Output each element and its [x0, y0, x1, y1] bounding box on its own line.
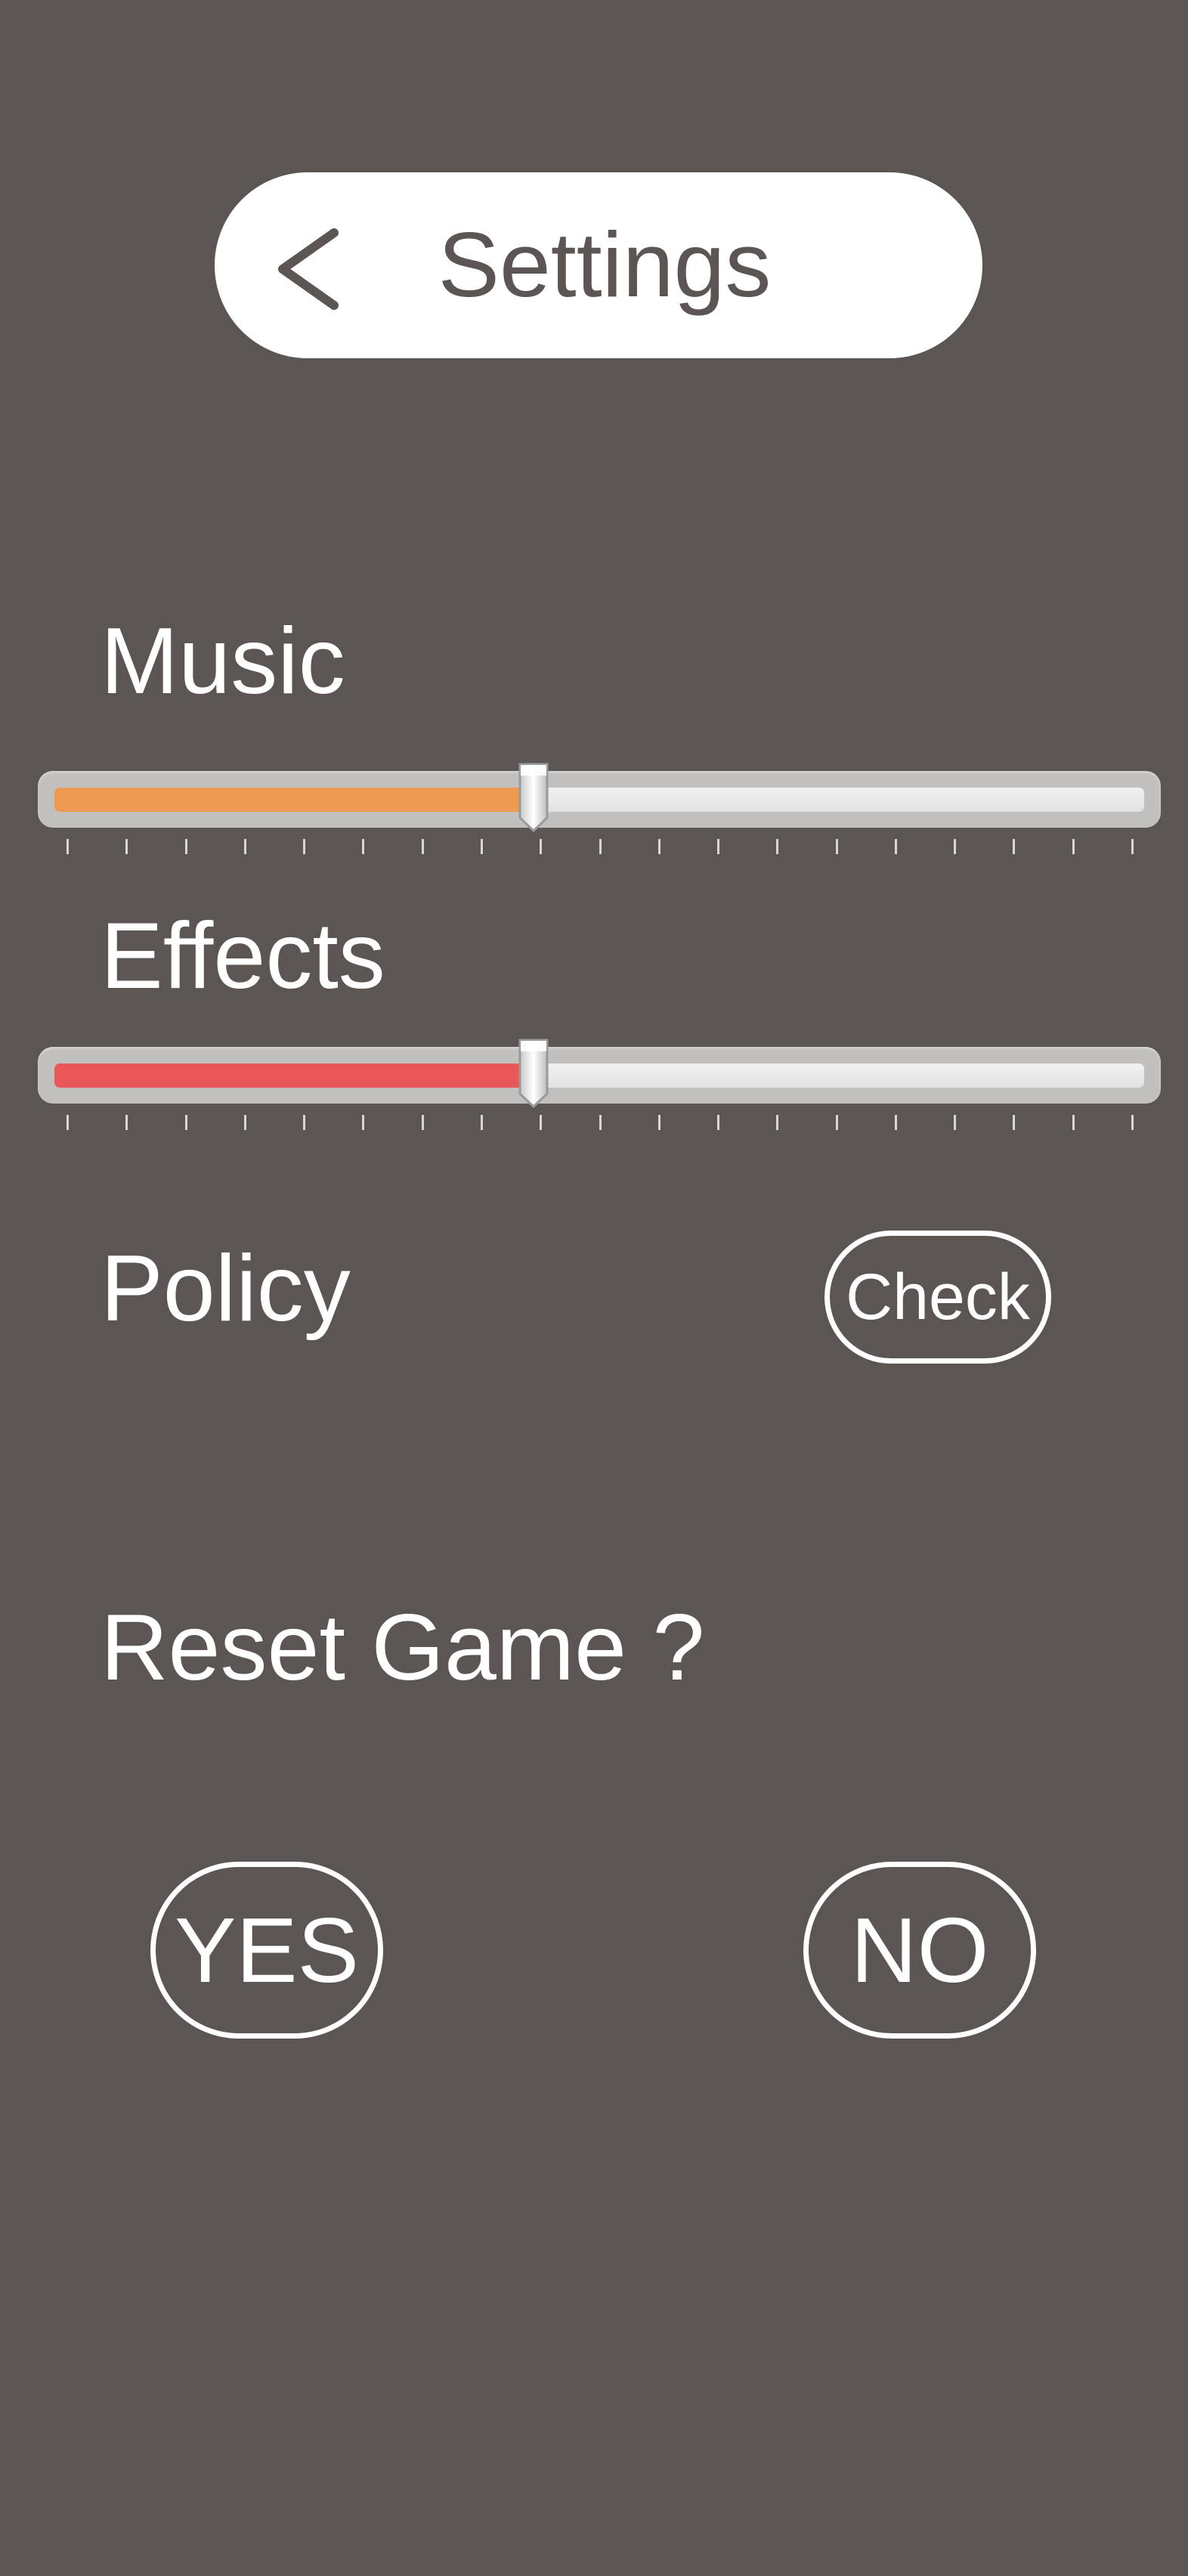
slider-tick: [599, 839, 602, 854]
reset-game-label: Reset Game ?: [101, 1596, 705, 1700]
slider-tick: [835, 1115, 838, 1130]
slider-tick: [243, 839, 246, 854]
slider-tick: [717, 1115, 720, 1130]
slider-tick: [125, 839, 128, 854]
slider-tick: [67, 839, 69, 854]
slider-tick: [421, 839, 424, 854]
effects-slider-fill: [54, 1064, 534, 1088]
slider-tick: [480, 839, 483, 854]
slider-tick: [1013, 839, 1016, 854]
effects-slider-thumb[interactable]: [516, 1038, 551, 1109]
slider-tick: [362, 839, 365, 854]
slider-tick: [540, 839, 543, 854]
music-slider-track: [38, 771, 1161, 828]
slider-tick: [657, 1115, 661, 1130]
slider-tick: [599, 1115, 602, 1130]
policy-check-button[interactable]: Check: [824, 1231, 1051, 1364]
music-slider[interactable]: [38, 763, 1161, 854]
slider-tick: [480, 1115, 483, 1130]
effects-slider-ticks: [38, 1115, 1161, 1133]
reset-yes-button[interactable]: YES: [150, 1862, 383, 2039]
slider-tick: [1072, 839, 1075, 854]
slider-tick: [540, 1115, 543, 1130]
policy-label: Policy: [101, 1237, 351, 1341]
slider-tick: [362, 1115, 365, 1130]
slider-tick: [243, 1115, 246, 1130]
slider-tick: [894, 1115, 897, 1130]
slider-tick: [776, 1115, 779, 1130]
reset-no-button[interactable]: NO: [803, 1862, 1036, 2039]
slider-tick: [1013, 1115, 1016, 1130]
slider-tick: [184, 839, 187, 854]
slider-tick: [184, 1115, 187, 1130]
slider-tick: [125, 1115, 128, 1130]
slider-tick: [954, 1115, 957, 1130]
slider-tick: [835, 839, 838, 854]
slider-tick: [421, 1115, 424, 1130]
effects-label: Effects: [101, 904, 385, 1008]
page-title: Settings: [438, 213, 772, 316]
slider-tick: [1131, 839, 1134, 854]
slider-tick: [1131, 1115, 1134, 1130]
slider-tick: [657, 839, 661, 854]
slider-tick: [303, 839, 306, 854]
music-slider-thumb[interactable]: [516, 762, 551, 833]
music-slider-fill: [54, 788, 534, 812]
effects-slider[interactable]: [38, 1039, 1161, 1130]
slider-tick: [717, 839, 720, 854]
slider-tick: [67, 1115, 69, 1130]
slider-tick: [954, 839, 957, 854]
music-label: Music: [101, 609, 345, 714]
slider-tick: [303, 1115, 306, 1130]
slider-tick: [776, 839, 779, 854]
slider-tick: [1072, 1115, 1075, 1130]
slider-tick: [894, 839, 897, 854]
chevron-left-icon[interactable]: [274, 224, 342, 314]
effects-slider-track: [38, 1047, 1161, 1104]
music-slider-ticks: [38, 839, 1161, 857]
